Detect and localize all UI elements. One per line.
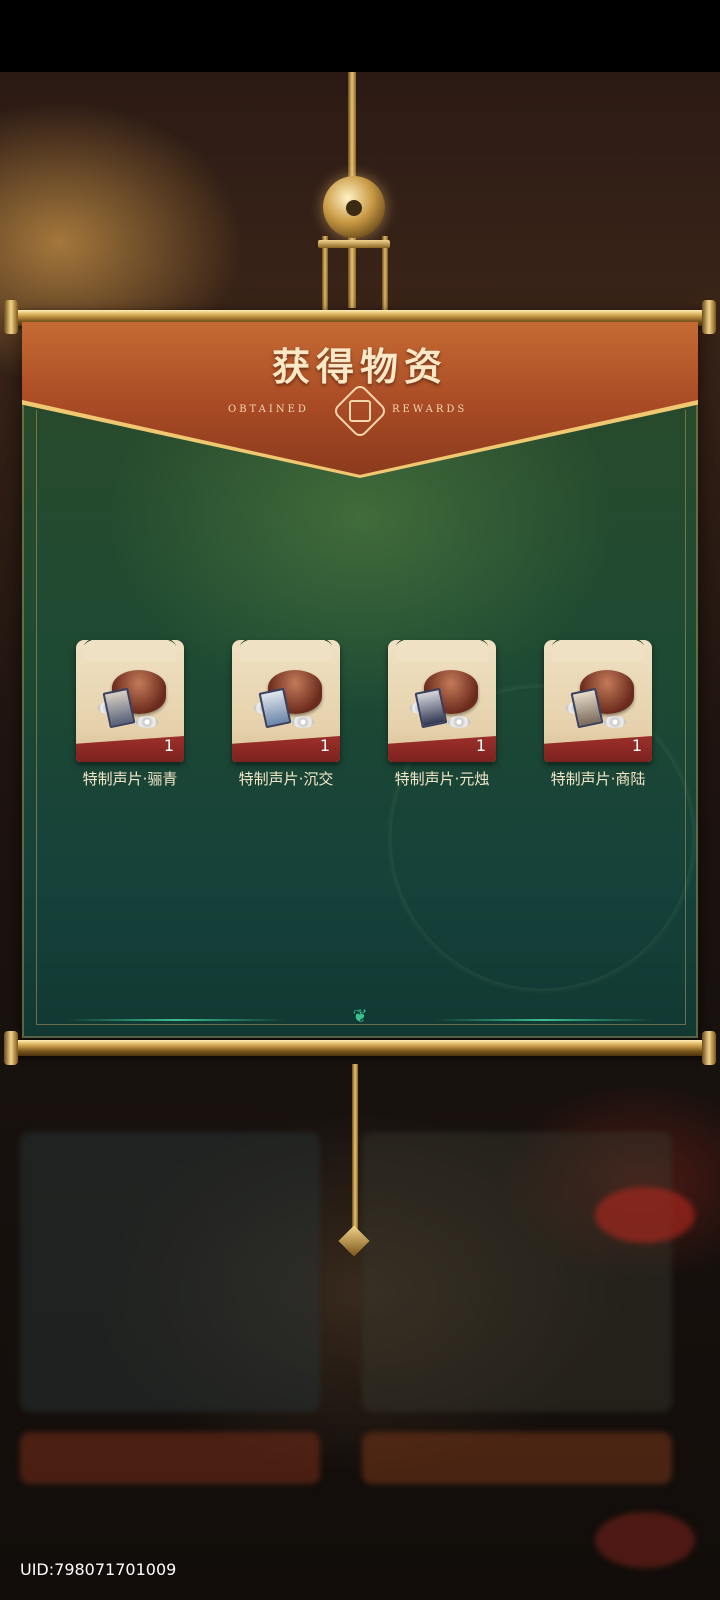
reward-item[interactable]: 1 特制声片·商陆 bbox=[544, 640, 656, 788]
ornament-line-right bbox=[434, 1019, 654, 1021]
card-top-arch bbox=[396, 640, 488, 661]
item-name: 特制声片·骊青 bbox=[82, 770, 178, 788]
reward-card: 1 bbox=[388, 640, 496, 762]
banner-subtitle-right: REWARDS bbox=[392, 404, 468, 415]
emblem-inner-icon bbox=[349, 400, 371, 422]
hanger-bar bbox=[318, 240, 390, 248]
card-top-arch bbox=[84, 640, 176, 661]
item-name: 特制声片·元烛 bbox=[394, 770, 490, 788]
card-top-arch bbox=[552, 640, 644, 661]
ornament-line-left bbox=[66, 1019, 286, 1021]
reward-card: 1 bbox=[232, 640, 340, 762]
disc-icon bbox=[448, 716, 470, 728]
rod-cap-left-bottom bbox=[4, 1031, 18, 1065]
item-count: 1 bbox=[163, 736, 174, 755]
reward-card: 1 bbox=[544, 640, 652, 762]
scroll-rod-bottom bbox=[8, 1040, 712, 1056]
item-count: 1 bbox=[631, 736, 642, 755]
item-name: 特制声片·沉交 bbox=[238, 770, 334, 788]
pulley-hub bbox=[346, 200, 362, 216]
reward-item[interactable]: 1 特制声片·元烛 bbox=[388, 640, 500, 788]
page-title: 获得物资 bbox=[271, 344, 448, 389]
reward-card: 1 bbox=[76, 640, 184, 762]
disc-icon bbox=[136, 716, 158, 728]
status-bar bbox=[0, 0, 720, 72]
banner-subtitle-left: OBTAINED bbox=[228, 404, 309, 415]
ornament-flourish-icon: ❦ bbox=[352, 1006, 368, 1027]
reward-item[interactable]: 1 特制声片·骊青 bbox=[76, 640, 188, 788]
disc-icon bbox=[292, 716, 314, 728]
pendant-rod bbox=[352, 1064, 358, 1234]
card-top-arch bbox=[240, 640, 332, 661]
disc-icon bbox=[604, 716, 626, 728]
item-count: 1 bbox=[475, 736, 486, 755]
rod-cap-left-top bbox=[4, 300, 18, 334]
item-name: 特制声片·商陆 bbox=[550, 770, 646, 788]
user-id: UID:798071701009 bbox=[20, 1560, 177, 1579]
rod-cap-right-top bbox=[702, 300, 716, 334]
reward-item[interactable]: 1 特制声片·沉交 bbox=[232, 640, 344, 788]
item-count: 1 bbox=[319, 736, 330, 755]
rod-cap-right-bottom bbox=[702, 1031, 716, 1065]
